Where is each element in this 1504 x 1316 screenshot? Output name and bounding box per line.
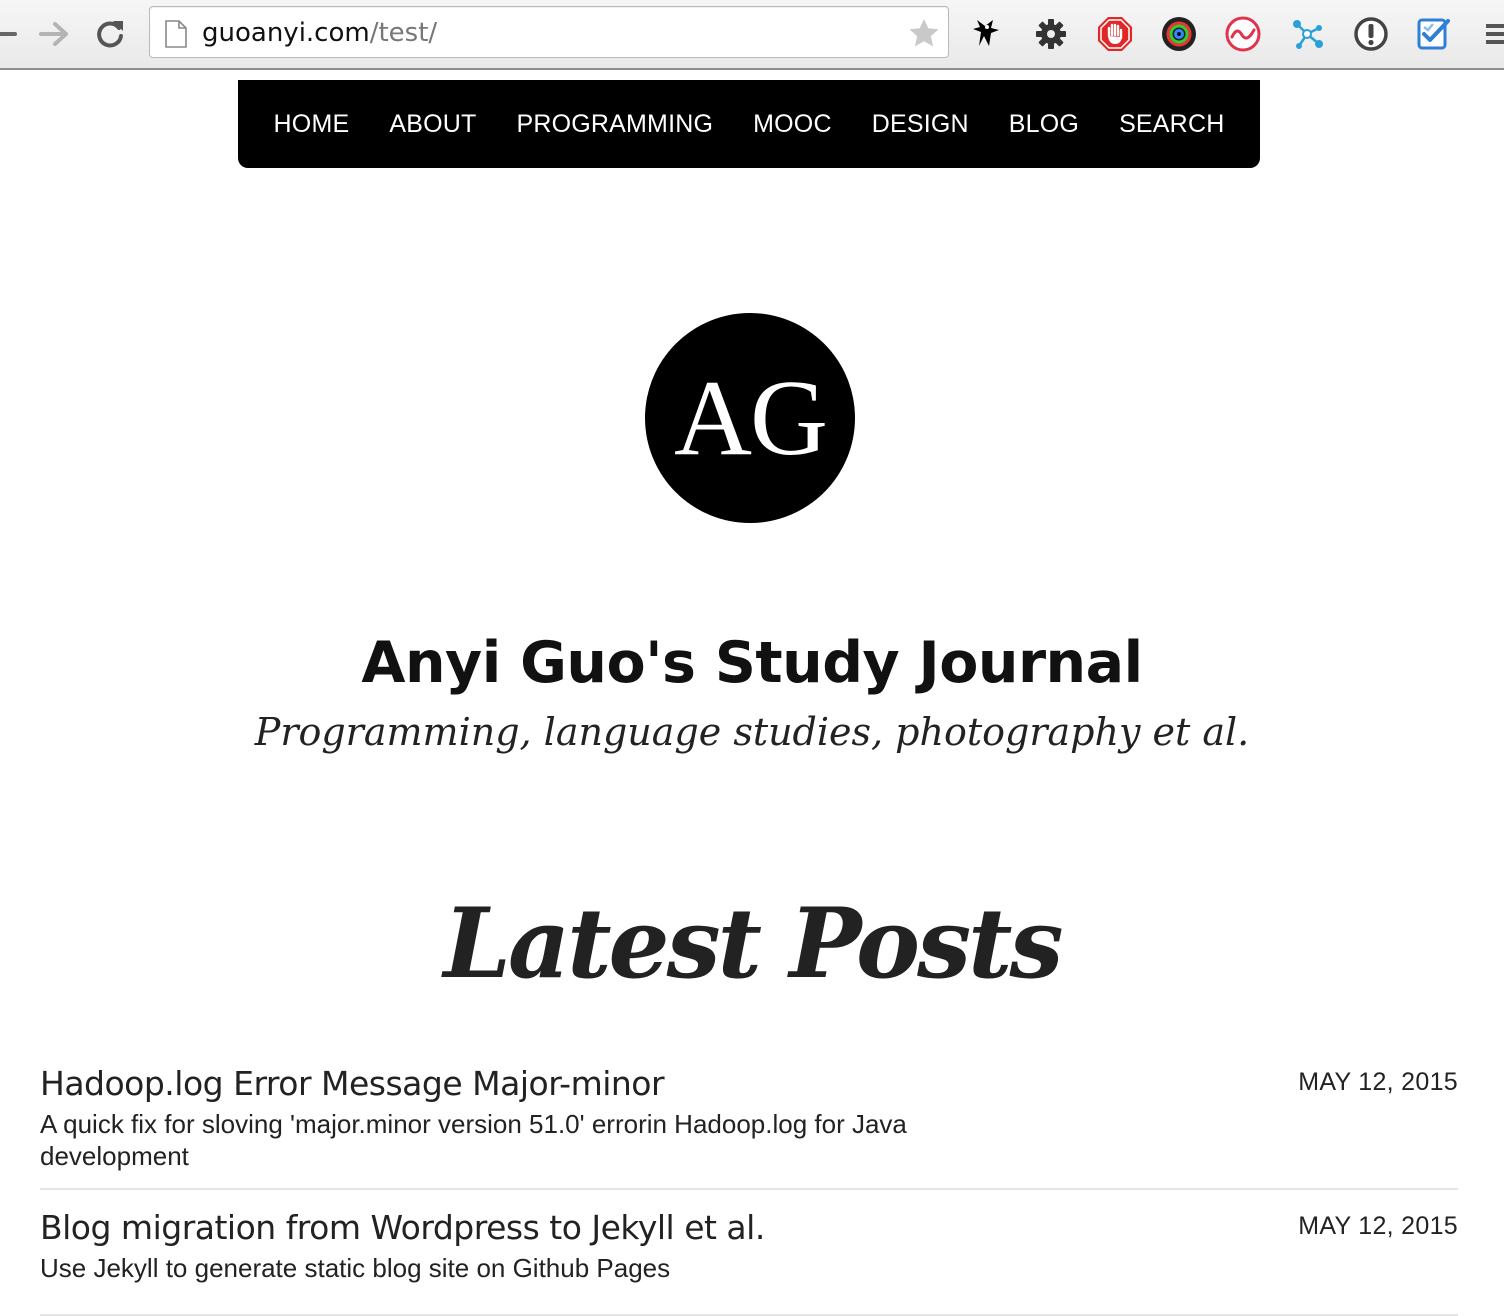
browser-toolbar: guoanyi.com/test/ [0, 0, 1504, 70]
post-item: Blog migration from Wordpress to Jekyll … [40, 1204, 1458, 1316]
url-path: /test/ [369, 18, 438, 48]
site-nav: HOME ABOUT PROGRAMMING MOOC DESIGN BLOG … [238, 80, 1260, 168]
colorpick-icon[interactable] [1160, 15, 1198, 53]
address-bar[interactable]: guoanyi.com/test/ [149, 6, 949, 58]
nav-home[interactable]: HOME [274, 109, 350, 139]
nav-blog[interactable]: BLOG [1009, 109, 1079, 139]
adblock-icon[interactable] [1096, 15, 1134, 53]
site-subtitle: Programming, language studies, photograp… [254, 710, 1250, 754]
nav-mooc[interactable]: MOOC [753, 109, 832, 139]
gear-icon[interactable] [1032, 15, 1070, 53]
back-arrow-icon [0, 32, 17, 36]
reload-button[interactable] [92, 16, 128, 52]
nav-search[interactable]: SEARCH [1119, 109, 1224, 139]
site-logo[interactable]: AG [645, 313, 855, 523]
url-host: guoanyi.com [202, 18, 370, 48]
post-title-link[interactable]: Blog migration from Wordpress to Jekyll … [40, 1204, 1458, 1252]
post-excerpt: Use Jekyll to generate static blog site … [40, 1253, 671, 1283]
nav-about[interactable]: ABOUT [389, 109, 476, 139]
forward-button[interactable] [36, 16, 72, 52]
url-text[interactable]: guoanyi.com/test/ [202, 16, 437, 50]
post-item: Hadoop.log Error Message Major-minor A q… [40, 1060, 1458, 1190]
post-excerpt: A quick fix for sloving 'major.minor ver… [40, 1109, 907, 1171]
menu-icon[interactable] [1476, 15, 1504, 53]
wave-icon[interactable] [1224, 15, 1262, 53]
post-date: MAY 12, 2015 [1298, 1212, 1458, 1240]
reload-icon [97, 21, 123, 48]
nav-programming[interactable]: PROGRAMMING [516, 109, 713, 139]
ninja-icon[interactable] [968, 15, 1006, 53]
post-title-link[interactable]: Hadoop.log Error Message Major-minor [40, 1060, 1458, 1108]
site-title: Anyi Guo's Study Journal [361, 630, 1143, 696]
nav-design[interactable]: DESIGN [872, 109, 969, 139]
back-button[interactable] [0, 16, 22, 52]
forward-arrow-icon [39, 22, 68, 46]
bookmark-star-icon[interactable] [908, 17, 940, 49]
latest-posts-heading: Latest Posts [443, 887, 1063, 1000]
page-icon [165, 20, 187, 48]
network-icon[interactable] [1288, 15, 1326, 53]
post-list: Hadoop.log Error Message Major-minor A q… [40, 1060, 1458, 1316]
logo-text: AG [674, 359, 828, 478]
post-date: MAY 12, 2015 [1298, 1068, 1458, 1096]
info-icon[interactable] [1352, 15, 1390, 53]
checklist-icon[interactable] [1416, 15, 1454, 53]
